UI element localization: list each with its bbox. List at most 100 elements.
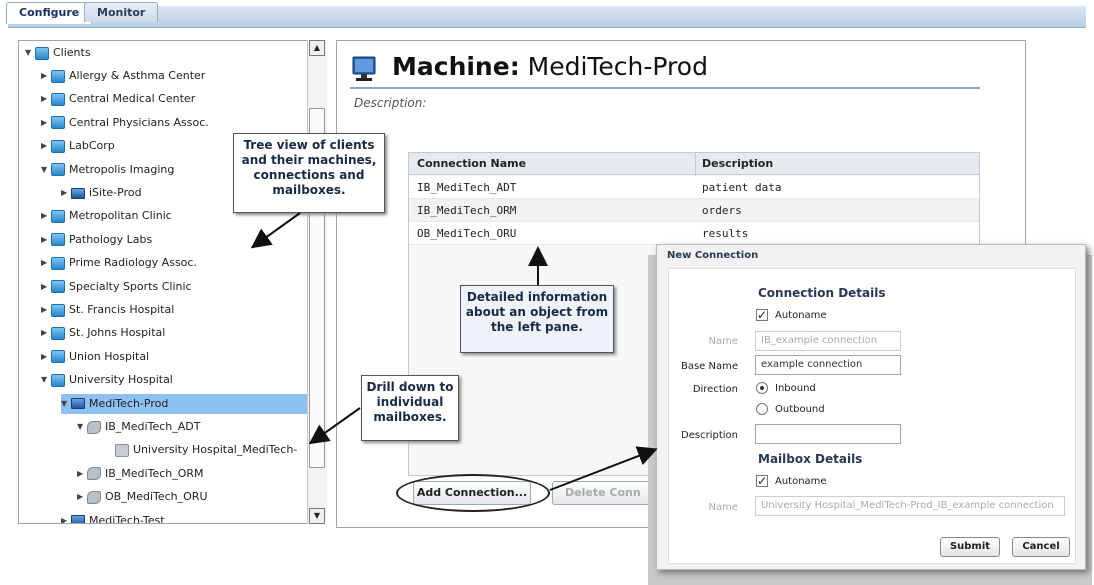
chevron-right-icon[interactable]: ▶ <box>41 136 51 156</box>
callout-drill-down: Drill down to individual mailboxes. <box>361 375 459 441</box>
chevron-right-icon[interactable]: ▶ <box>77 487 87 507</box>
description-field-label: Description <box>681 430 738 441</box>
tree-item-label: IB_MediTech_ORM <box>105 466 204 480</box>
tree-item[interactable]: ▼ University Hospital <box>41 370 173 390</box>
tree-item[interactable]: ▼ Metropolis Imaging <box>41 160 174 180</box>
tree-item[interactable]: ▶ Central Medical Center <box>41 89 195 109</box>
chevron-right-icon[interactable]: ▶ <box>61 183 71 203</box>
chevron-right-icon[interactable]: ▶ <box>41 347 51 367</box>
tree-item-label: St. Johns Hospital <box>69 326 166 340</box>
chevron-down-icon[interactable]: ▼ <box>41 160 51 180</box>
callout-detail-info: Detailed information about an object fro… <box>460 285 614 353</box>
tree-item-label: University Hospital <box>69 373 173 387</box>
tree-item[interactable]: ▶ Union Hospital <box>41 347 149 367</box>
direction-label: Direction <box>692 384 738 395</box>
tree-item-label: Union Hospital <box>69 349 150 363</box>
scroll-up-button[interactable]: ▲ <box>309 40 325 56</box>
tree-item-label: Pathology Labs <box>69 232 153 246</box>
chevron-right-icon[interactable]: ▶ <box>41 253 51 273</box>
inbound-radio[interactable] <box>756 382 768 394</box>
column-header-connection-name[interactable]: Connection Name <box>417 157 526 170</box>
connection-icon <box>87 420 101 434</box>
tree-item[interactable]: ▶ Specialty Sports Clinic <box>41 277 192 297</box>
outbound-radio[interactable] <box>756 403 768 415</box>
tree-item[interactable]: ▼ IB_MediTech_ADT <box>77 417 200 437</box>
column-header-description[interactable]: Description <box>702 157 773 170</box>
chevron-right-icon[interactable]: ▶ <box>41 230 51 250</box>
delete-connection-button[interactable]: Delete Conn <box>552 481 652 505</box>
tree-item-label: MediTech-Test <box>89 513 165 524</box>
tree-item-label: St. Francis Hospital <box>69 303 175 316</box>
client-icon <box>51 326 65 340</box>
description-field[interactable] <box>755 424 901 444</box>
tree-item-label: Metropolis Imaging <box>69 162 175 176</box>
cell-connection-name: IB_MediTech_ORM <box>417 204 517 217</box>
tree-item-label: Metropolitan Clinic <box>69 209 172 223</box>
tree-item-label: LabCorp <box>69 139 115 153</box>
chevron-right-icon[interactable]: ▶ <box>41 113 51 133</box>
chevron-down-icon[interactable]: ▼ <box>41 370 51 390</box>
tree-item[interactable]: ▶ OB_MediTech_ORU <box>77 487 208 507</box>
cancel-button[interactable]: Cancel <box>1012 537 1070 557</box>
tree-item[interactable]: ▶ Central Physicians Assoc. <box>41 113 209 133</box>
name-label: Name <box>708 336 738 347</box>
name-field[interactable]: IB_example connection <box>755 331 901 351</box>
client-icon <box>51 303 65 317</box>
page-title: Machine: MediTech-Prod <box>392 52 708 81</box>
chevron-right-icon[interactable]: ▶ <box>41 300 51 320</box>
chevron-right-icon[interactable]: ▶ <box>41 323 51 343</box>
table-row[interactable]: IB_MediTech_ADT patient data <box>409 176 979 199</box>
scroll-down-button[interactable]: ▼ <box>309 508 325 524</box>
chevron-down-icon[interactable]: ▼ <box>77 417 87 437</box>
highlight-ellipse <box>396 474 550 512</box>
chevron-right-icon[interactable]: ▶ <box>41 277 51 297</box>
tree-root-clients[interactable]: ▼ Clients <box>25 43 91 63</box>
client-icon <box>51 116 65 130</box>
client-icon <box>51 373 65 387</box>
table-row[interactable]: OB_MediTech_ORU results <box>409 222 979 245</box>
mailbox-autoname-checkbox[interactable]: ✓ <box>756 475 768 487</box>
tree-item[interactable]: ▶ St. Johns Hospital <box>41 323 165 343</box>
table-header: Connection Name Description <box>409 153 979 175</box>
mailbox-autoname-label: Autoname <box>775 476 827 487</box>
client-icon <box>51 163 65 177</box>
dialog-body <box>668 268 1076 564</box>
tree-item-label: iSite-Prod <box>89 186 142 199</box>
mailbox-icon <box>115 443 129 457</box>
client-icon <box>51 209 65 223</box>
tree-item[interactable]: ▶ Allergy & Asthma Center <box>41 66 205 86</box>
client-tree: ▼ Clients ▶ Allergy & Asthma Center ▶ Centra… <box>18 40 327 524</box>
machine-icon <box>71 187 85 199</box>
chevron-right-icon[interactable]: ▶ <box>61 511 71 523</box>
chevron-right-icon[interactable]: ▶ <box>41 206 51 226</box>
tab-monitor[interactable]: Monitor <box>84 2 159 22</box>
tree-item[interactable]: ▶ LabCorp <box>41 136 115 156</box>
tree-item[interactable]: ▶ Metropolitan Clinic <box>41 206 172 226</box>
tree-item[interactable]: ▶ MediTech-Test <box>61 511 165 524</box>
base-name-field[interactable]: example connection <box>755 355 901 375</box>
client-icon <box>51 92 65 106</box>
tree-item-label: Central Physicians Assoc. <box>69 115 209 129</box>
cell-connection-name: OB_MediTech_ORU <box>417 227 517 240</box>
chevron-right-icon[interactable]: ▶ <box>77 464 87 484</box>
title-divider <box>350 87 980 89</box>
chevron-right-icon[interactable]: ▶ <box>41 66 51 86</box>
mailbox-name-field[interactable]: University Hospital_MediTech-Prod_IB_exa… <box>755 496 1065 516</box>
tree-item[interactable]: ▼ MediTech-Prod <box>61 393 326 414</box>
tree-item-label: Allergy & Asthma Center <box>69 69 206 82</box>
autoname-checkbox[interactable]: ✓ <box>756 309 768 321</box>
tree-item[interactable]: ▶ St. Francis Hospital <box>41 300 174 320</box>
tree-item[interactable]: University Hospital_MediTech- <box>105 440 297 460</box>
tree-item[interactable]: ▶ IB_MediTech_ORM <box>77 464 204 484</box>
dialog-title: New Connection <box>667 250 759 261</box>
chevron-down-icon[interactable]: ▼ <box>25 43 35 63</box>
table-row[interactable]: IB_MediTech_ORM orders <box>409 199 979 222</box>
client-icon <box>51 256 65 270</box>
submit-button[interactable]: Submit <box>940 537 1000 557</box>
tab-configure[interactable]: Configure <box>6 2 93 24</box>
chevron-down-icon[interactable]: ▼ <box>61 394 71 414</box>
tree-item[interactable]: ▶ iSite-Prod <box>61 183 142 203</box>
tree-item[interactable]: ▶ Pathology Labs <box>41 230 152 250</box>
tree-item[interactable]: ▶ Prime Radiology Assoc. <box>41 253 197 273</box>
chevron-right-icon[interactable]: ▶ <box>41 89 51 109</box>
